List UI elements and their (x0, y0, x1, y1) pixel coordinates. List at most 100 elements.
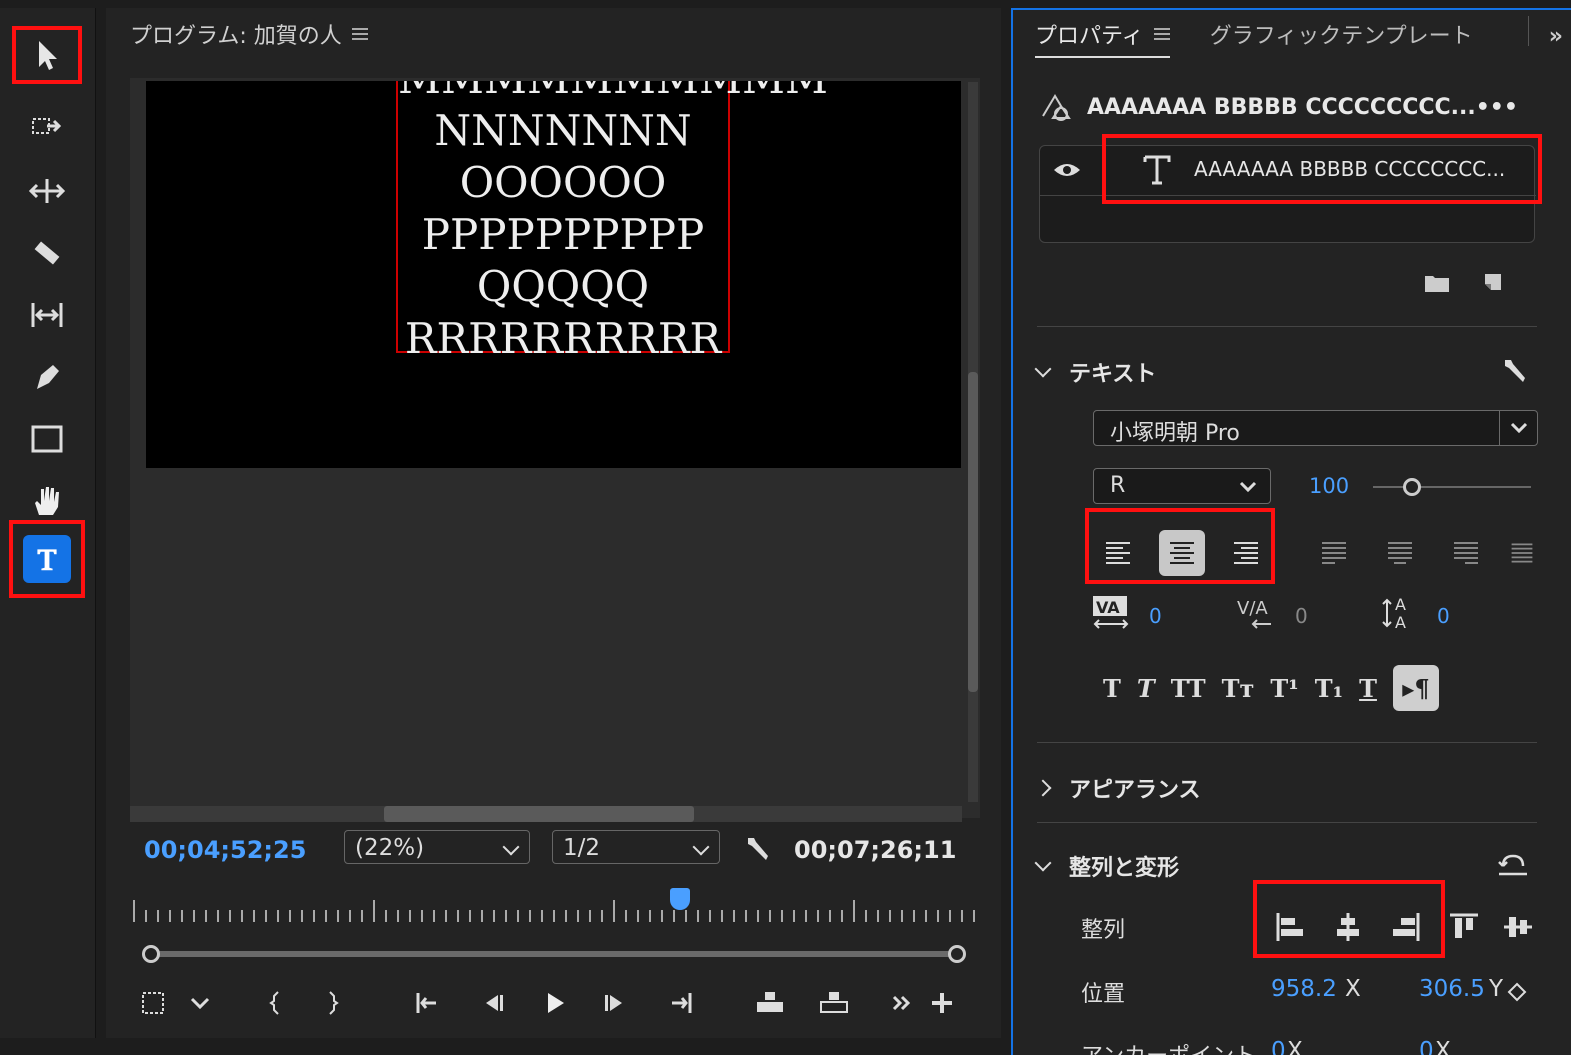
text-line: RRRRRRRRRR (404, 314, 722, 363)
slip-tool[interactable] (12, 286, 82, 344)
horizontal-scrollbar[interactable] (130, 806, 962, 822)
pen-tool[interactable] (12, 348, 82, 406)
superscript-button[interactable]: T¹ (1270, 674, 1298, 703)
justify-center-button[interactable] (1377, 530, 1423, 576)
font-size-value[interactable]: 100 (1309, 474, 1349, 498)
mark-out-button[interactable] (312, 986, 352, 1020)
more-controls-button[interactable] (882, 986, 922, 1020)
align-vertical-centers-icon[interactable] (1501, 910, 1535, 944)
text-bounding-box[interactable]: MMMMMMMMMM NNNNNNN OOOOOO PPPPPPPPPP QQQ… (396, 81, 828, 363)
clip-more-button[interactable]: ••• (1476, 95, 1518, 120)
selected-text-layer[interactable]: AAAAAAA BBBBB CCCCCCCC... (1102, 134, 1542, 204)
chevron-down-icon (1510, 422, 1528, 434)
anchor-y-value[interactable]: 0 (1419, 1038, 1434, 1055)
track-select-tool[interactable] (12, 100, 82, 158)
underline-button[interactable]: T (1359, 674, 1377, 703)
zoom-end-handle[interactable] (948, 945, 966, 963)
lift-button[interactable] (750, 986, 790, 1020)
current-timecode[interactable]: 00;04;52;25 (144, 836, 306, 864)
font-dropdown-button[interactable] (1499, 411, 1537, 445)
safe-margins-button[interactable] (134, 986, 174, 1020)
graphic-clip-icon (1042, 94, 1071, 121)
video-frame[interactable]: MMMMMMMMMM NNNNNNN OOOOOO PPPPPPPPPP QQQ… (146, 81, 961, 468)
step-back-button[interactable] (472, 986, 512, 1020)
step-back-icon (486, 995, 503, 1011)
align-left-edges-icon[interactable] (1273, 910, 1307, 944)
text-line: OOOOOO (459, 158, 667, 207)
font-size-slider[interactable] (1373, 478, 1531, 496)
play-button[interactable] (534, 986, 574, 1020)
settings-dropdown[interactable] (180, 986, 220, 1020)
slider-knob[interactable] (1403, 478, 1421, 496)
position-y-value[interactable]: 306.5 (1419, 976, 1485, 1002)
clip-name: AAAAAAA BBBBB CCCCCCCCC... (1087, 94, 1476, 120)
zoom-scrollbar[interactable] (142, 944, 966, 964)
playhead[interactable] (670, 888, 690, 910)
go-to-out-button[interactable] (660, 986, 700, 1020)
faux-italic-button[interactable]: T (1137, 674, 1155, 703)
chevron-right-icon (1034, 779, 1052, 797)
small-caps-button[interactable]: Tт (1222, 674, 1255, 703)
leading-value[interactable]: 0 (1437, 604, 1450, 628)
position-label: 位置 (1081, 982, 1126, 1007)
text-section-header[interactable]: テキスト (1034, 356, 1156, 388)
ripple-edit-tool[interactable] (12, 162, 82, 220)
button-editor-button[interactable] (922, 986, 962, 1020)
text-direction-button[interactable]: ▸¶ (1392, 665, 1439, 711)
keyframe-diamond-icon[interactable] (1507, 982, 1527, 1002)
eye-icon[interactable] (1052, 158, 1082, 182)
position-x-value[interactable]: 958.2 (1271, 976, 1337, 1002)
step-forward-button[interactable] (596, 986, 636, 1020)
horizontal-scroll-thumb[interactable] (384, 806, 694, 822)
anchor-x-value[interactable]: 0 (1271, 1038, 1286, 1055)
align-transform-section-header[interactable]: 整列と変形 (1034, 850, 1179, 882)
new-layer-icon[interactable] (1481, 270, 1505, 294)
reset-icon[interactable] (1497, 852, 1529, 880)
text-line: QQQQQ (476, 262, 650, 311)
align-center-icon (1170, 542, 1194, 564)
tab-divider (1528, 16, 1529, 46)
mark-in-button[interactable] (256, 986, 296, 1020)
zoom-start-handle[interactable] (142, 945, 160, 963)
font-family-select[interactable]: 小塚明朝 Pro (1093, 410, 1538, 446)
resolution-dropdown[interactable]: 1/2 (552, 830, 720, 864)
vertical-scroll-thumb[interactable] (968, 372, 978, 692)
ruler-ticks (133, 900, 975, 922)
time-ruler[interactable] (130, 888, 980, 928)
appearance-section-header[interactable]: アピアランス (1034, 772, 1201, 804)
type-tool[interactable] (9, 520, 85, 598)
align-horizontal-centers-icon[interactable] (1331, 910, 1365, 944)
kerning-value[interactable]: 0 (1149, 604, 1162, 628)
layer-row[interactable]: AAAAAAA BBBBB CCCCCCCC... (1040, 134, 1542, 204)
faux-bold-button[interactable]: T (1103, 674, 1121, 703)
align-right-button[interactable] (1223, 530, 1269, 576)
align-center-button[interactable] (1159, 530, 1205, 576)
panel-menu-icon[interactable] (1153, 28, 1170, 40)
align-right-edges-icon[interactable] (1389, 910, 1423, 944)
tab-essential-graphics[interactable]: グラフィックテンプレート (1210, 18, 1473, 58)
svg-text:A: A (1395, 595, 1406, 614)
vertical-scrollbar[interactable] (968, 82, 978, 802)
justify-right-button[interactable] (1443, 530, 1489, 576)
razor-tool[interactable] (12, 224, 82, 282)
justify-left-button[interactable] (1311, 530, 1357, 576)
all-caps-button[interactable]: TT (1171, 674, 1206, 703)
align-left-button[interactable] (1095, 530, 1141, 576)
font-style-select[interactable]: R (1093, 468, 1271, 504)
subscript-button[interactable]: T₁ (1315, 674, 1343, 703)
tracking-value[interactable]: 0 (1295, 604, 1308, 628)
selection-tool[interactable] (12, 26, 82, 84)
go-to-out-icon (672, 993, 692, 1013)
tab-properties[interactable]: プロパティ (1035, 18, 1170, 58)
wrench-icon[interactable] (1499, 354, 1531, 386)
panel-menu-icon[interactable] (351, 28, 368, 40)
go-to-in-button[interactable] (408, 986, 448, 1020)
rectangle-tool[interactable] (12, 410, 82, 468)
more-tabs-button[interactable]: » (1549, 24, 1563, 49)
wrench-icon[interactable] (742, 832, 774, 864)
extract-button[interactable] (814, 986, 854, 1020)
align-top-edges-icon[interactable] (1447, 910, 1481, 944)
folder-icon[interactable] (1423, 270, 1451, 294)
justify-all-button[interactable] (1509, 530, 1535, 576)
zoom-dropdown[interactable]: (22%) (344, 830, 530, 864)
